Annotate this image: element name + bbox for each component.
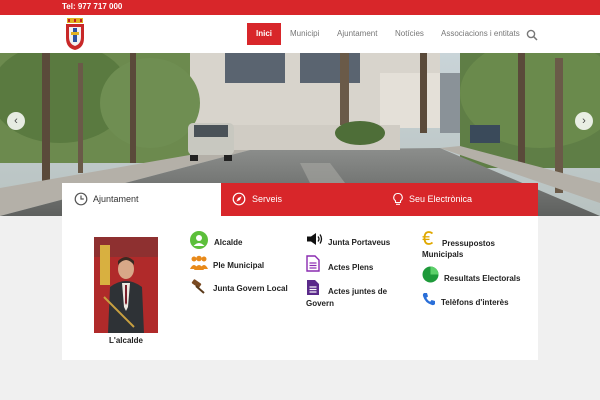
euro-icon bbox=[422, 231, 434, 245]
pie-chart-icon bbox=[422, 266, 439, 283]
nav-item-associacions[interactable]: Associacions i entitats bbox=[441, 23, 520, 45]
link-resultats-electorals[interactable]: Resultats Electorals bbox=[422, 266, 532, 284]
municipal-crest-logo[interactable] bbox=[64, 18, 86, 50]
gavel-icon bbox=[191, 279, 205, 294]
search-icon[interactable] bbox=[526, 29, 538, 41]
group-icon bbox=[190, 255, 208, 270]
speaker-icon bbox=[307, 233, 323, 245]
top-bar: Tel: 977 717 000 bbox=[0, 0, 600, 15]
document-icon bbox=[307, 280, 319, 295]
slider-next-button[interactable]: › bbox=[575, 112, 593, 130]
tab-ajuntament-label: Ajuntament bbox=[93, 194, 139, 204]
compass-icon bbox=[232, 192, 246, 206]
phone-icon bbox=[422, 293, 435, 306]
link-junta-govern-local[interactable]: Junta Govern Local bbox=[190, 278, 290, 296]
nav-item-municipi[interactable]: Municipi bbox=[290, 23, 319, 45]
link-telefons-interes[interactable]: Telèfons d'interès bbox=[422, 292, 532, 310]
link-actes-plens[interactable]: Actes Plens bbox=[306, 255, 386, 273]
clock-icon bbox=[74, 192, 88, 206]
phone-number: Tel: 977 717 000 bbox=[62, 2, 123, 11]
tab-seu-electronica-label: Seu Electrònica bbox=[409, 194, 473, 204]
tab-seu-electronica[interactable]: Seu Electrònica bbox=[379, 183, 538, 216]
nav-item-inici[interactable]: Inici bbox=[247, 23, 281, 45]
tab-ajuntament[interactable]: Ajuntament bbox=[62, 183, 221, 216]
ajuntament-panel: L'alcalde Alcalde Ple Municipal Junta Go… bbox=[62, 216, 538, 360]
nav-item-noticies[interactable]: Notícies bbox=[395, 23, 424, 45]
nav-item-ajuntament[interactable]: Ajuntament bbox=[337, 23, 377, 45]
section-tabs: Ajuntament Serveis Seu Electrònica bbox=[62, 183, 538, 216]
document-icon bbox=[306, 255, 320, 272]
link-pressupostos-municipals[interactable]: Pressupostos Municipals bbox=[422, 231, 522, 261]
lightbulb-icon bbox=[393, 192, 403, 205]
tab-serveis[interactable]: Serveis bbox=[221, 183, 379, 216]
link-ple-municipal[interactable]: Ple Municipal bbox=[190, 255, 280, 273]
tab-serveis-label: Serveis bbox=[252, 194, 283, 204]
link-alcalde[interactable]: Alcalde bbox=[190, 231, 270, 249]
user-icon bbox=[190, 231, 208, 249]
site-header: Inici Municipi Ajuntament Notícies Assoc… bbox=[0, 15, 600, 53]
mayor-photo[interactable] bbox=[94, 237, 158, 333]
link-actes-juntes-govern[interactable]: Actes juntes de Govern bbox=[306, 279, 406, 309]
link-junta-portaveus[interactable]: Junta Portaveus bbox=[306, 232, 396, 250]
slider-prev-button[interactable]: ‹ bbox=[7, 112, 25, 130]
mayor-caption: L'alcalde bbox=[109, 336, 143, 345]
